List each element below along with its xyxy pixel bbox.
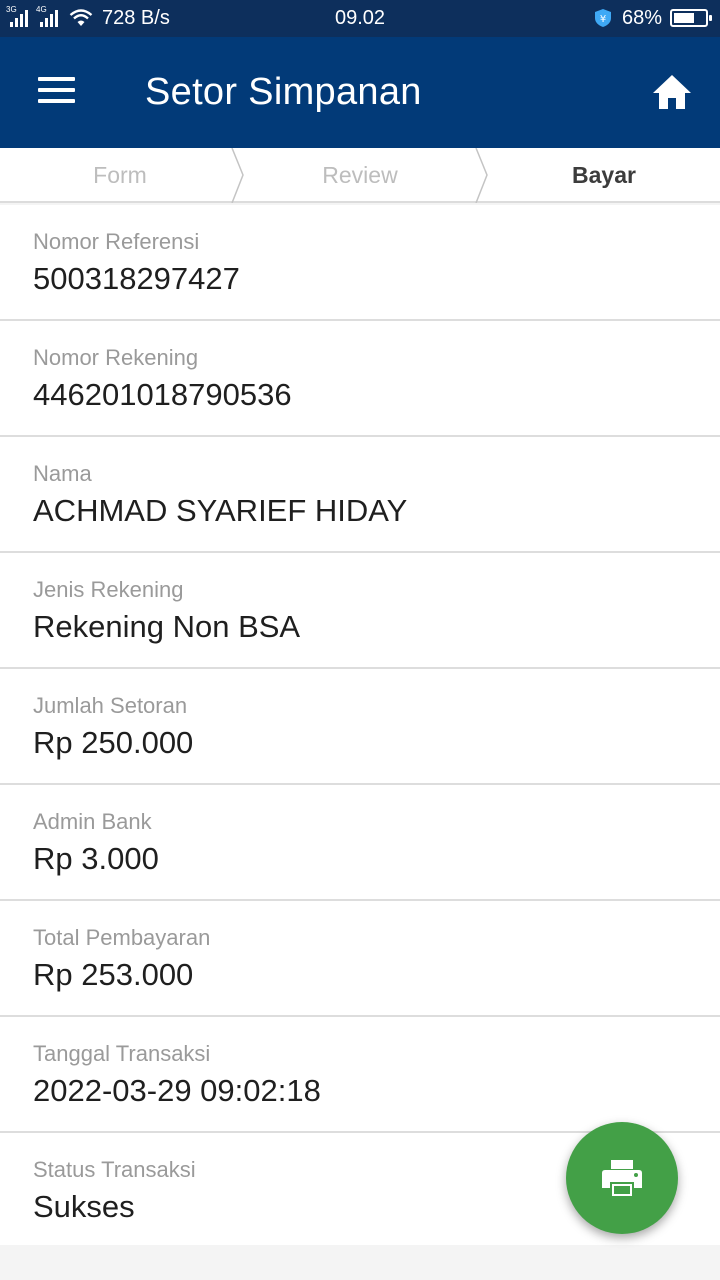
transaction-details: Nomor Referensi 500318297427 Nomor Reken… xyxy=(0,205,720,1245)
detail-value: Rp 250.000 xyxy=(33,725,194,760)
detail-row-admin-fee: Admin Bank Rp 3.000 xyxy=(0,785,720,901)
step-bayar: Bayar xyxy=(572,162,636,188)
page-title: Setor Simpanan xyxy=(145,71,422,113)
detail-row-account-number: Nomor Rekening 446201018790536 xyxy=(0,321,720,437)
battery-percent: 68% xyxy=(621,6,662,29)
detail-label: Total Pembayaran xyxy=(33,925,211,950)
detail-value: Rekening Non BSA xyxy=(33,609,301,644)
detail-row-deposit-amount: Jumlah Setoran Rp 250.000 xyxy=(0,669,720,785)
battery-level xyxy=(674,13,695,23)
detail-label: Admin Bank xyxy=(33,809,152,834)
detail-value: Rp 3.000 xyxy=(33,841,159,876)
progress-stepper: Form Review Bayar xyxy=(0,148,720,203)
detail-row-name: Nama ACHMAD SYARIEF HIDAY xyxy=(0,437,720,553)
detail-row-transaction-date: Tanggal Transaksi 2022-03-29 09:02:18 xyxy=(0,1017,720,1133)
svg-text:¥: ¥ xyxy=(600,14,606,25)
hamburger-menu-icon[interactable] xyxy=(38,77,75,105)
detail-value: 446201018790536 xyxy=(33,377,292,412)
detail-row-account-type: Jenis Rekening Rekening Non BSA xyxy=(0,553,720,669)
detail-value: 500318297427 xyxy=(33,261,240,296)
detail-value: Rp 253.000 xyxy=(33,957,194,992)
detail-label: Jenis Rekening xyxy=(33,577,184,602)
status-bar-right: ¥ 68% xyxy=(594,6,712,30)
detail-value: ACHMAD SYARIEF HIDAY xyxy=(33,493,408,528)
step-form: Form xyxy=(93,162,147,188)
detail-label: Status Transaksi xyxy=(33,1157,196,1182)
detail-row-total-payment: Total Pembayaran Rp 253.000 xyxy=(0,901,720,1017)
printer-icon xyxy=(602,1160,642,1196)
battery-icon xyxy=(670,9,712,27)
detail-label: Jumlah Setoran xyxy=(33,693,188,718)
home-icon[interactable] xyxy=(652,73,692,111)
detail-row-reference-number: Nomor Referensi 500318297427 xyxy=(0,205,720,321)
detail-label: Nama xyxy=(33,461,92,486)
print-button[interactable] xyxy=(566,1122,678,1234)
detail-label: Nomor Referensi xyxy=(33,229,200,254)
step-review: Review xyxy=(322,162,398,188)
security-shield-icon: ¥ xyxy=(594,9,611,27)
detail-label: Nomor Rekening xyxy=(33,345,199,370)
status-bar: 3G 4G 728 B/s 09.02 ¥ 68% xyxy=(0,0,720,37)
detail-value: Sukses xyxy=(33,1189,135,1224)
detail-label: Tanggal Transaksi xyxy=(33,1041,211,1066)
app-bar: Setor Simpanan xyxy=(0,37,720,148)
detail-value: 2022-03-29 09:02:18 xyxy=(33,1073,321,1108)
